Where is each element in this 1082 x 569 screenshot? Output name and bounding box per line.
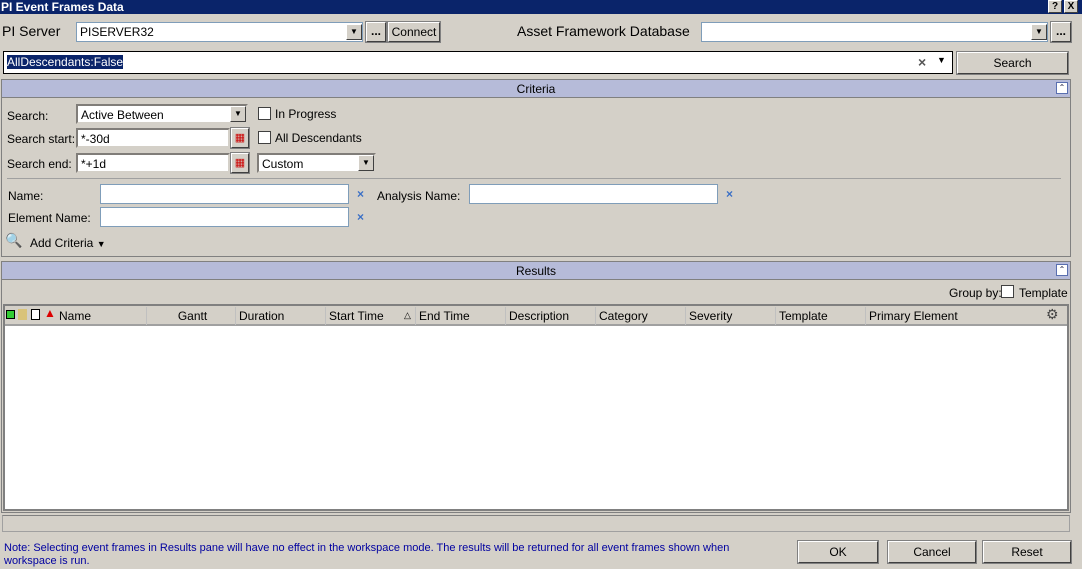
in-progress-checkbox[interactable]: [258, 107, 271, 120]
lock-icon: [18, 309, 27, 320]
search-start-label: Search start:: [7, 132, 76, 146]
search-end-label: Search end:: [7, 157, 72, 171]
window-title: PI Event Frames Data: [0, 0, 1082, 14]
col-duration[interactable]: Duration: [236, 307, 326, 325]
col-gantt[interactable]: Gantt: [147, 307, 236, 325]
calendar-icon[interactable]: ▦: [230, 152, 250, 174]
query-input[interactable]: AllDescendants:False: [3, 51, 953, 74]
col-template[interactable]: Template: [776, 307, 866, 325]
add-criteria-button[interactable]: Add Criteria ▼: [30, 236, 106, 250]
pi-server-select[interactable]: PISERVER32: [76, 22, 363, 42]
af-database-label: Asset Framework Database: [517, 23, 690, 39]
chevron-down-icon[interactable]: ▼: [937, 55, 946, 65]
pi-server-label: PI Server: [2, 23, 61, 39]
chevron-down-icon[interactable]: ▼: [346, 24, 362, 40]
connect-button[interactable]: Connect: [387, 21, 441, 43]
search-start-input[interactable]: *-30d: [76, 128, 230, 148]
results-header: Results: [2, 262, 1070, 280]
help-button[interactable]: ?: [1048, 0, 1062, 13]
analysis-name-input[interactable]: [469, 184, 718, 204]
chevron-down-icon[interactable]: ▼: [1031, 24, 1047, 40]
sort-ascending-icon: △: [404, 310, 411, 320]
group-by-label: Group by:: [949, 286, 1002, 300]
search-type-value: Active Between: [81, 108, 164, 122]
analysis-name-label: Analysis Name:: [377, 189, 461, 203]
document-icon: [31, 309, 40, 320]
element-name-label: Element Name:: [8, 211, 91, 225]
query-text: AllDescendants:False: [7, 55, 124, 69]
col-description[interactable]: Description: [506, 307, 596, 325]
collapse-icon[interactable]: ⌃: [1056, 264, 1068, 276]
af-database-select[interactable]: [701, 22, 1048, 42]
divider: [7, 178, 1061, 179]
chevron-down-icon: ▼: [96, 239, 106, 249]
gear-icon[interactable]: ⚙: [1046, 306, 1059, 323]
close-button[interactable]: X: [1064, 0, 1078, 13]
search-type-label: Search:: [7, 109, 49, 123]
search-type-select[interactable]: Active Between: [76, 104, 248, 124]
chevron-down-icon[interactable]: ▼: [358, 155, 374, 171]
name-input[interactable]: [100, 184, 349, 204]
clear-analysis-icon[interactable]: ×: [726, 187, 733, 201]
col-end-time[interactable]: End Time: [416, 307, 506, 325]
all-descendants-checkbox[interactable]: [258, 131, 271, 144]
ok-button[interactable]: OK: [797, 540, 879, 564]
chevron-down-icon[interactable]: ▼: [230, 106, 246, 122]
calendar-icon[interactable]: ▦: [230, 127, 250, 149]
group-by-template-label: Template: [1019, 286, 1068, 300]
status-bar: [2, 515, 1070, 532]
search-end-input[interactable]: *+1d: [76, 153, 230, 173]
col-category[interactable]: Category: [596, 307, 686, 325]
clear-name-icon[interactable]: ×: [357, 187, 364, 201]
clear-element-icon[interactable]: ×: [357, 210, 364, 224]
custom-value: Custom: [262, 157, 304, 171]
collapse-icon[interactable]: ⌃: [1056, 82, 1068, 94]
name-label: Name:: [8, 189, 44, 203]
search-end-value: *+1d: [81, 157, 107, 171]
add-criteria-label: Add Criteria: [30, 236, 94, 250]
search-button[interactable]: Search: [956, 51, 1069, 75]
search-start-value: *-30d: [81, 132, 110, 146]
col-severity[interactable]: Severity: [686, 307, 776, 325]
cancel-button[interactable]: Cancel: [887, 540, 977, 564]
criteria-header: Criteria: [2, 80, 1070, 98]
reset-button[interactable]: Reset: [982, 540, 1072, 564]
workspace-note: Note: Selecting event frames in Results …: [4, 542, 730, 567]
all-descendants-label: All Descendants: [275, 131, 362, 145]
col-name[interactable]: Name: [56, 307, 147, 325]
server-browse-button[interactable]: ...: [365, 21, 387, 43]
group-by-template-checkbox[interactable]: [1001, 285, 1014, 298]
in-progress-label: In Progress: [275, 107, 337, 121]
clear-icon[interactable]: ×: [918, 54, 926, 70]
warning-icon: ▲: [44, 306, 56, 320]
af-browse-button[interactable]: ...: [1050, 21, 1072, 43]
pi-server-value: PISERVER32: [80, 25, 154, 39]
toggle-icon[interactable]: [6, 310, 15, 319]
element-name-input[interactable]: [100, 207, 349, 227]
results-grid[interactable]: [3, 304, 1069, 511]
col-primary-element[interactable]: Primary Element: [866, 307, 1036, 325]
add-criteria-icon: 🔍: [5, 232, 23, 248]
col-start-time[interactable]: Start Time: [326, 307, 416, 325]
